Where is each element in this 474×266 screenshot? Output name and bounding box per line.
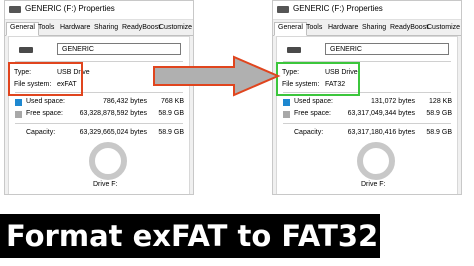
- used-space-swatch: [283, 99, 290, 106]
- highlight-box: [276, 62, 360, 96]
- used-space-size: 768 KB: [161, 98, 184, 105]
- tab-strip: General Tools Hardware Sharing ReadyBoos…: [5, 21, 193, 36]
- banner-text: Format exFAT to FAT32: [6, 219, 379, 253]
- drive-letter-label: Drive F:: [93, 181, 118, 188]
- capacity-label: Capacity:: [294, 129, 324, 136]
- tab-sharing[interactable]: Sharing: [359, 23, 389, 32]
- free-space-label: Free space:: [26, 110, 63, 117]
- capacity-label: Capacity:: [26, 129, 56, 136]
- capacity-bytes: 63,317,180,416 bytes: [347, 129, 415, 136]
- title-banner: Format exFAT to FAT32: [0, 196, 380, 266]
- used-space-label: Used space:: [26, 98, 65, 105]
- tab-tools[interactable]: Tools: [303, 23, 325, 32]
- volume-name-field[interactable]: GENERIC: [57, 43, 181, 55]
- capacity-size: 58.9 GB: [426, 129, 452, 136]
- tab-sharing[interactable]: Sharing: [91, 23, 121, 32]
- capacity-size: 58.9 GB: [158, 129, 184, 136]
- left-properties-window: GENERIC (F:) Properties General Tools Ha…: [4, 0, 194, 195]
- drive-icon: [19, 47, 33, 53]
- used-space-bytes: 131,072 bytes: [371, 98, 415, 105]
- used-space-size: 128 KB: [429, 98, 452, 105]
- right-titlebar: GENERIC (F:) Properties: [273, 1, 461, 20]
- capacity-donut-chart: [89, 142, 127, 180]
- right-properties-window: GENERIC (F:) Properties General Tools Ha…: [272, 0, 462, 195]
- drive-letter-label: Drive F:: [361, 181, 386, 188]
- free-space-size: 58.9 GB: [158, 110, 184, 117]
- free-space-label: Free space:: [294, 110, 331, 117]
- usb-drive-icon: [9, 6, 21, 13]
- free-space-swatch: [283, 111, 290, 118]
- used-space-swatch: [15, 99, 22, 106]
- highlight-box: [8, 62, 83, 96]
- free-space-swatch: [15, 111, 22, 118]
- divider: [15, 123, 183, 124]
- capacity-donut-chart: [357, 142, 395, 180]
- divider: [283, 123, 451, 124]
- tab-hardware[interactable]: Hardware: [57, 23, 93, 32]
- window-title: GENERIC (F:) Properties: [25, 4, 115, 13]
- tab-general[interactable]: General: [274, 22, 307, 36]
- window-title: GENERIC (F:) Properties: [293, 4, 383, 13]
- tab-general[interactable]: General: [6, 22, 39, 36]
- usb-drive-icon: [277, 6, 289, 13]
- used-space-label: Used space:: [294, 98, 333, 105]
- conversion-arrow-icon: [153, 55, 281, 97]
- volume-name-field[interactable]: GENERIC: [325, 43, 449, 55]
- tab-hardware[interactable]: Hardware: [325, 23, 361, 32]
- used-space-bytes: 786,432 bytes: [103, 98, 147, 105]
- free-space-bytes: 63,328,878,592 bytes: [79, 110, 147, 117]
- tab-customize[interactable]: Customize: [156, 23, 193, 32]
- drive-icon: [287, 47, 301, 53]
- general-tab-content: GENERIC Type: USB Drive File system: FAT…: [276, 36, 458, 194]
- capacity-bytes: 63,329,665,024 bytes: [79, 129, 147, 136]
- tab-customize[interactable]: Customize: [424, 23, 461, 32]
- free-space-size: 58.9 GB: [426, 110, 452, 117]
- tab-tools[interactable]: Tools: [35, 23, 57, 32]
- tab-strip: General Tools Hardware Sharing ReadyBoos…: [273, 21, 461, 36]
- left-titlebar: GENERIC (F:) Properties: [5, 1, 193, 20]
- free-space-bytes: 63,317,049,344 bytes: [347, 110, 415, 117]
